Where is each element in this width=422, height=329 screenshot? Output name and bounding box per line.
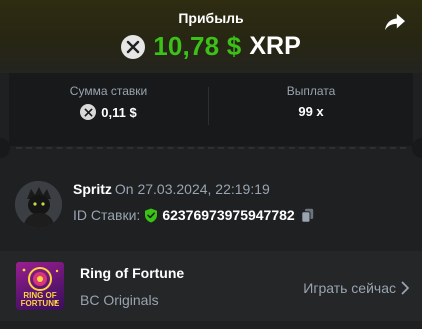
thumbnail-title-line2: FORTUNE <box>20 299 60 308</box>
bet-amount-value-row: 0,11 $ <box>9 104 208 120</box>
avatar[interactable] <box>15 181 62 228</box>
bet-amount-value: 0,11 $ <box>101 104 137 120</box>
xrp-coin-icon <box>80 104 97 120</box>
verified-shield-icon <box>144 208 158 223</box>
ticket-notch-right <box>412 138 422 158</box>
profit-row: 10,78 $ XRP <box>0 31 422 62</box>
payout-stat: Выплата 99 x <box>209 73 413 146</box>
profit-header: Прибыль 10,78 $ XRP <box>0 0 422 73</box>
profit-amount: 10,78 $ <box>153 31 242 61</box>
payout-value: 99 x <box>298 104 324 119</box>
bet-user-info: Spritz On 27.03.2024, 22:19:19 ID Ставки:… <box>15 181 415 231</box>
game-thumbnail[interactable]: RING OF FORTUNE <box>16 262 64 310</box>
dashed-divider <box>16 147 406 149</box>
bet-timestamp: On 27.03.2024, 22:19:19 <box>114 181 270 197</box>
profit-title: Прибыль <box>178 10 244 26</box>
bet-stats-panel: Сумма ставки 0,11 $ Выплата 99 x <box>9 73 413 146</box>
user-line: Spritz On 27.03.2024, 22:19:19 <box>73 181 270 197</box>
bet-amount-label: Сумма ставки <box>69 84 148 98</box>
game-title[interactable]: Ring of Fortune <box>80 265 184 281</box>
share-icon[interactable] <box>384 12 406 32</box>
copy-icon[interactable] <box>301 208 314 223</box>
bet-amount-stat: Сумма ставки 0,11 $ <box>9 73 208 146</box>
bet-id-value: 62376973975947782 <box>162 207 295 223</box>
game-provider: BC Originals <box>80 292 159 308</box>
ticket-separator <box>0 138 422 158</box>
game-row[interactable]: RING OF FORTUNE Ring of Fortune BC Origi… <box>0 251 422 321</box>
profit-currency: XRP <box>249 32 301 60</box>
payout-label: Выплата <box>286 84 336 98</box>
username[interactable]: Spritz <box>73 181 112 197</box>
ticket-notch-left <box>0 138 10 158</box>
chevron-right-icon[interactable] <box>400 281 410 295</box>
play-now-link[interactable]: Играть сейчас <box>303 280 396 296</box>
bet-id-label: ID Ставки: <box>73 207 141 223</box>
bet-id-line: ID Ставки: 62376973975947782 <box>73 207 314 223</box>
xrp-coin-icon <box>121 34 146 59</box>
